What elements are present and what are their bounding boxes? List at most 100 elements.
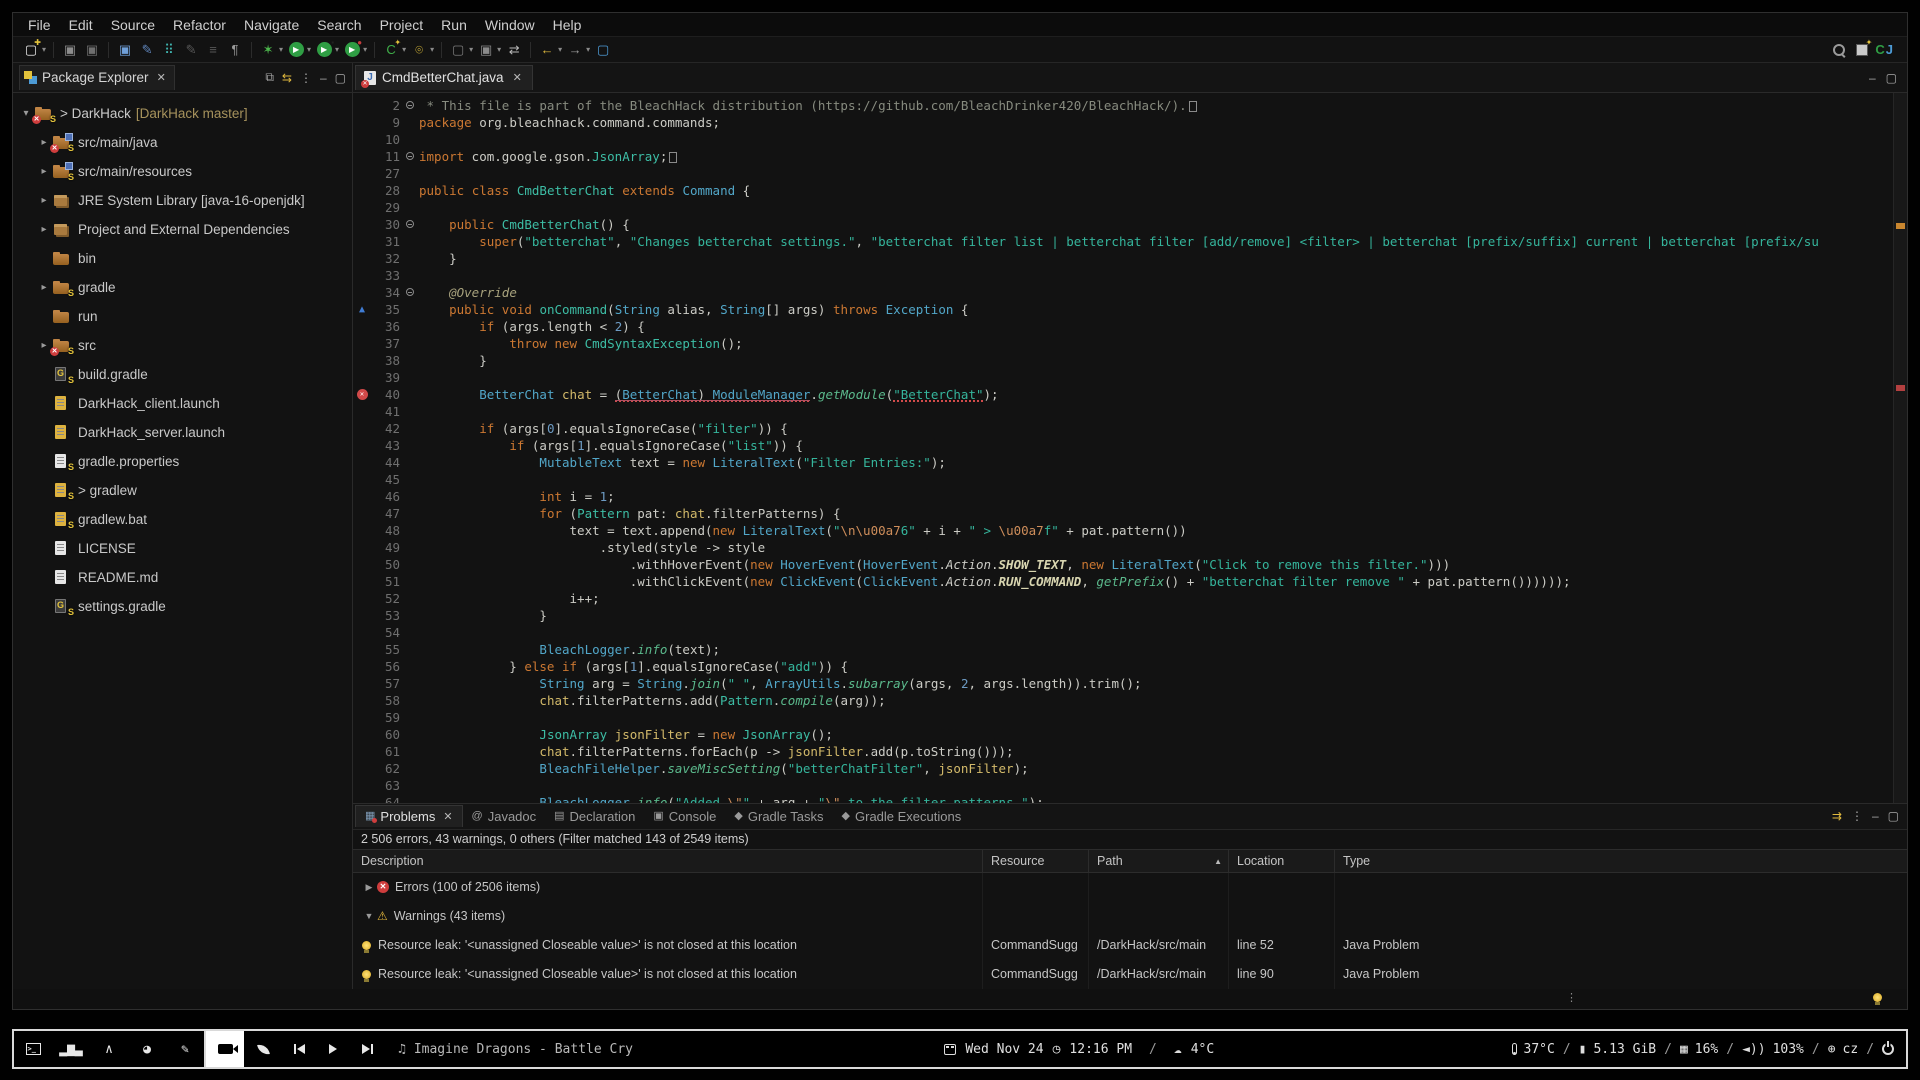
tree-item-bin[interactable]: bin	[13, 244, 352, 273]
fold-gutter[interactable]	[403, 216, 419, 233]
next-track-button[interactable]	[350, 1031, 384, 1067]
tree-item-readme-md[interactable]: README.md	[13, 563, 352, 592]
twisty-icon[interactable]: ▸	[37, 166, 51, 177]
tree-item-settings-gradle[interactable]: GSsettings.gradle	[13, 592, 352, 621]
collapse-all-icon[interactable]: ⧉	[265, 70, 274, 85]
problem-row[interactable]: ▶✕Errors (100 of 2506 items)	[353, 873, 1907, 902]
open-perspective-icon[interactable]	[1856, 44, 1868, 56]
peak-icon[interactable]: ∧	[90, 1031, 128, 1067]
close-icon[interactable]: ✕	[443, 810, 452, 823]
java-perspective-icon[interactable]: CJ	[1878, 42, 1893, 57]
camera-icon[interactable]	[206, 1031, 244, 1067]
overview-ruler[interactable]	[1893, 93, 1907, 803]
twisty-icon[interactable]: ▾	[19, 108, 33, 119]
chart-icon[interactable]: ▂▆▃	[52, 1031, 90, 1067]
tree-item-license[interactable]: LICENSE	[13, 534, 352, 563]
menu-navigate[interactable]: Navigate	[235, 15, 308, 35]
twisty-icon[interactable]: ▼	[361, 911, 377, 921]
menu-refactor[interactable]: Refactor	[164, 15, 235, 35]
twisty-icon[interactable]: ▸	[37, 137, 51, 148]
collapsed-region-icon[interactable]	[1189, 101, 1197, 112]
twisty-icon[interactable]: ▸	[37, 224, 51, 235]
duplicate-icon[interactable]: ▣	[476, 40, 496, 60]
leaf-icon[interactable]	[244, 1031, 282, 1067]
link-with-editor-icon[interactable]: ⇆	[282, 71, 292, 85]
close-icon[interactable]: ✕	[157, 71, 166, 84]
column-header-path[interactable]: Path▲	[1089, 850, 1229, 872]
package-explorer-tab[interactable]: Package Explorer ✕	[19, 65, 175, 90]
terminal-icon[interactable]: >_	[14, 1031, 52, 1067]
menu-search[interactable]: Search	[308, 15, 370, 35]
save-icon[interactable]: ▣	[60, 40, 80, 60]
column-header-type[interactable]: Type	[1335, 850, 1907, 872]
run-icon[interactable]: ▶	[286, 40, 306, 60]
tree-item-src-main-java[interactable]: ▸✕Ssrc/main/java	[13, 128, 352, 157]
minimize-icon[interactable]: –	[320, 71, 327, 85]
tab-console[interactable]: ▣Console	[644, 806, 725, 827]
tree-item-run[interactable]: run	[13, 302, 352, 331]
minimize-icon[interactable]: –	[1872, 809, 1879, 823]
menu-project[interactable]: Project	[371, 15, 433, 35]
occurrence-marker-icon[interactable]: ▲	[359, 301, 365, 318]
save-all-icon[interactable]: ▣	[82, 40, 102, 60]
fold-gutter[interactable]	[403, 97, 419, 114]
tree-item-darkhack-server-launch[interactable]: DarkHack_server.launch	[13, 418, 352, 447]
problem-row[interactable]: ▼⚠Warnings (43 items)	[353, 902, 1907, 931]
view-menu-icon[interactable]: ⋮	[1851, 809, 1863, 823]
link-icon[interactable]: ⇄	[504, 40, 524, 60]
fold-marker-icon[interactable]	[406, 101, 414, 109]
column-header-location[interactable]: Location	[1229, 850, 1335, 872]
code-area[interactable]: 2 * This file is part of the BleachHack …	[353, 93, 1893, 803]
palette-icon[interactable]: ◕	[128, 1031, 166, 1067]
last-edit-icon[interactable]: ▢	[593, 40, 613, 60]
minimize-icon[interactable]: –	[1869, 71, 1876, 85]
previous-track-button[interactable]	[282, 1031, 316, 1067]
twisty-icon[interactable]: ▸	[37, 282, 51, 293]
brush-icon[interactable]: ✎	[166, 1031, 204, 1067]
play-button[interactable]	[316, 1031, 350, 1067]
column-header-resource[interactable]: Resource	[983, 850, 1089, 872]
run-config-icon[interactable]: ▶▪	[314, 40, 334, 60]
notification-bulb-icon[interactable]	[1873, 993, 1882, 1002]
menu-window[interactable]: Window	[476, 15, 544, 35]
twisty-icon[interactable]: ▶	[361, 882, 377, 893]
fold-marker-icon[interactable]	[406, 152, 414, 160]
sash-handle-icon[interactable]: ⋮	[1566, 991, 1578, 1004]
menu-file[interactable]: File	[19, 15, 60, 35]
console-icon[interactable]: ▣	[115, 40, 135, 60]
tree-item-jre-system-library-java-16-openjdk[interactable]: ▸JRE System Library [java-16-openjdk]	[13, 186, 352, 215]
menu-run[interactable]: Run	[432, 15, 476, 35]
problem-row[interactable]: Resource leak: '<unassigned Closeable va…	[353, 960, 1907, 989]
fold-marker-icon[interactable]	[406, 288, 414, 296]
tab-problems[interactable]: ▦Problems✕	[355, 805, 463, 827]
open-type-icon[interactable]: ⌾	[409, 40, 429, 60]
overview-marker[interactable]	[1896, 385, 1905, 391]
maximize-icon[interactable]: ▢	[1888, 809, 1899, 823]
tree-item-src-main-resources[interactable]: ▸Ssrc/main/resources	[13, 157, 352, 186]
tree-item-project-and-external-dependencies[interactable]: ▸Project and External Dependencies	[13, 215, 352, 244]
tree-item-gradle-properties[interactable]: Sgradle.properties	[13, 447, 352, 476]
tab-gradle-tasks[interactable]: ◆Gradle Tasks	[725, 806, 832, 827]
collapsed-region-icon[interactable]	[669, 152, 677, 163]
tab-gradle-executions[interactable]: ◆Gradle Executions	[833, 806, 971, 827]
tree-item-gradle[interactable]: ▸Sgradle	[13, 273, 352, 302]
tree-item-build-gradle[interactable]: GSbuild.gradle	[13, 360, 352, 389]
tree-item-src[interactable]: ▸✕Ssrc	[13, 331, 352, 360]
menu-help[interactable]: Help	[544, 15, 591, 35]
power-icon[interactable]	[1882, 1043, 1894, 1055]
error-marker-icon[interactable]: ✕	[357, 389, 368, 400]
problem-row[interactable]: Resource leak: '<unassigned Closeable va…	[353, 931, 1907, 960]
search-icon[interactable]	[1832, 43, 1846, 57]
tab-javadoc[interactable]: @Javadoc	[463, 806, 546, 827]
new-file-icon[interactable]: ▢	[448, 40, 468, 60]
tree-item-darkhack-client-launch[interactable]: DarkHack_client.launch	[13, 389, 352, 418]
fold-marker-icon[interactable]	[406, 220, 414, 228]
menu-source[interactable]: Source	[102, 15, 164, 35]
back-icon[interactable]: ←	[537, 40, 557, 60]
datetime-widget[interactable]: Wed Nov 24 ◷ 12:16 PM / ☁ 4°C	[944, 1031, 1214, 1067]
segments-icon[interactable]: ≡	[203, 40, 223, 60]
new-wizard-icon[interactable]: ▢✚	[21, 40, 41, 60]
forward-icon[interactable]: →	[565, 40, 585, 60]
menu-edit[interactable]: Edit	[60, 15, 102, 35]
editor-tab[interactable]: CmdBetterChat.java ✕	[355, 65, 533, 90]
